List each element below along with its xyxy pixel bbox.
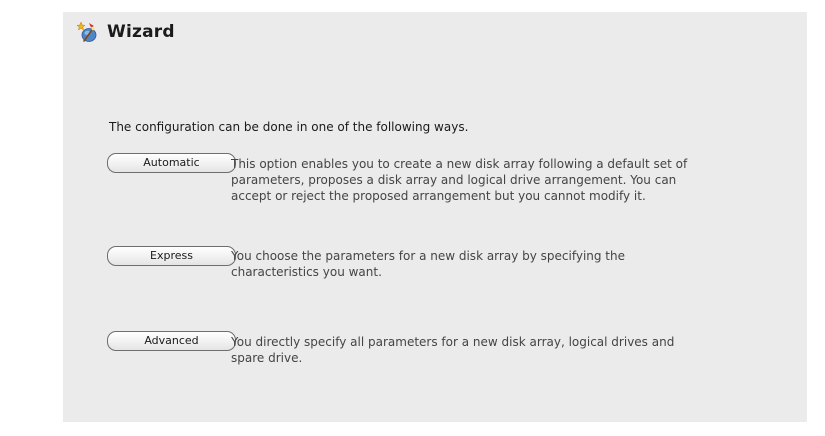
intro-text: The configuration can be done in one of … — [109, 120, 469, 134]
express-description: You choose the parameters for a new disk… — [231, 249, 626, 279]
advanced-button[interactable]: Advanced — [107, 331, 236, 351]
automatic-description: This option enables you to create a new … — [231, 157, 688, 203]
advanced-description: You directly specify all parameters for … — [231, 335, 675, 365]
express-button[interactable]: Express — [107, 246, 236, 266]
wizard-header: Wizard — [76, 19, 175, 45]
page-title: Wizard — [107, 22, 175, 42]
automatic-button[interactable]: Automatic — [107, 153, 236, 173]
wizard-icon — [76, 20, 100, 44]
